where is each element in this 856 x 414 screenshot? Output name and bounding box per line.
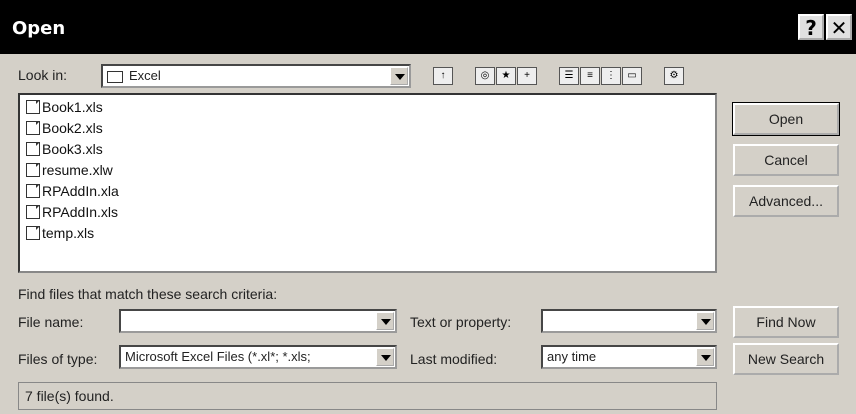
details-view-icon[interactable]: ≡ (580, 67, 600, 85)
advanced-button[interactable]: Advanced... (733, 185, 839, 217)
look-in-label: Look in: (18, 67, 68, 83)
list-item[interactable]: Book1.xls (26, 99, 103, 115)
commands-settings-icon[interactable]: ⚙ (664, 67, 684, 85)
file-list[interactable]: Book1.xls Book2.xls Book3.xls resume.xlw… (18, 93, 717, 273)
search-criteria-heading: Find files that match these search crite… (18, 286, 278, 302)
cancel-button[interactable]: Cancel (733, 144, 839, 176)
title-bar: Open ? ✕ (0, 0, 856, 54)
add-to-favorites-icon[interactable]: + (517, 67, 537, 85)
files-of-type-combo[interactable]: Microsoft Excel Files (*.xl*; *.xls; (119, 345, 397, 369)
excel-file-icon (26, 121, 40, 135)
last-modified-combo[interactable]: any time (541, 345, 717, 369)
text-property-dropdown-arrow[interactable] (696, 312, 714, 330)
last-modified-dropdown-arrow[interactable] (696, 348, 714, 366)
open-dialog: Open ? ✕ Look in: Excel ↑ ◎ ★ + ☰ ≡ ⋮ ▭ … (0, 0, 856, 414)
files-of-type-label: Files of type: (18, 351, 98, 367)
folder-icon (107, 70, 123, 83)
look-in-dropdown-arrow[interactable] (390, 67, 408, 85)
last-modified-value: any time (547, 349, 597, 364)
properties-view-icon[interactable]: ⋮ (601, 67, 621, 85)
dialog-title: Open (12, 18, 66, 39)
text-property-label: Text or property: (410, 314, 512, 330)
new-search-button[interactable]: New Search (733, 343, 839, 375)
look-in-combo[interactable]: Excel (101, 64, 411, 88)
list-item[interactable]: Book3.xls (26, 141, 103, 157)
up-one-level-icon[interactable]: ↑ (433, 67, 453, 85)
help-button[interactable]: ? (798, 14, 824, 40)
excel-file-icon (26, 142, 40, 156)
status-bar: 7 file(s) found. (18, 382, 717, 410)
excel-file-icon (26, 100, 40, 114)
preview-view-icon[interactable]: ▭ (622, 67, 642, 85)
list-item[interactable]: resume.xlw (26, 162, 113, 178)
text-property-combo[interactable] (541, 309, 717, 333)
list-item[interactable]: RPAddIn.xla (26, 183, 119, 199)
excel-file-icon (26, 205, 40, 219)
list-view-icon[interactable]: ☰ (559, 67, 579, 85)
favorites-icon[interactable]: ★ (496, 67, 516, 85)
excel-file-icon (26, 226, 40, 240)
file-name-label: File name: (18, 314, 84, 330)
file-name-dropdown-arrow[interactable] (376, 312, 394, 330)
close-button[interactable]: ✕ (826, 14, 852, 40)
addin-file-icon (26, 184, 40, 198)
last-modified-label: Last modified: (410, 351, 498, 367)
list-item[interactable]: temp.xls (26, 225, 94, 241)
list-item[interactable]: RPAddIn.xls (26, 204, 118, 220)
look-in-value: Excel (129, 68, 161, 83)
files-of-type-dropdown-arrow[interactable] (376, 348, 394, 366)
list-item[interactable]: Book2.xls (26, 120, 103, 136)
search-web-icon[interactable]: ◎ (475, 67, 495, 85)
file-name-combo[interactable] (119, 309, 397, 333)
workspace-file-icon (26, 163, 40, 177)
files-of-type-value: Microsoft Excel Files (*.xl*; *.xls; (125, 349, 311, 364)
find-now-button[interactable]: Find Now (733, 306, 839, 338)
open-button[interactable]: Open (732, 102, 840, 136)
